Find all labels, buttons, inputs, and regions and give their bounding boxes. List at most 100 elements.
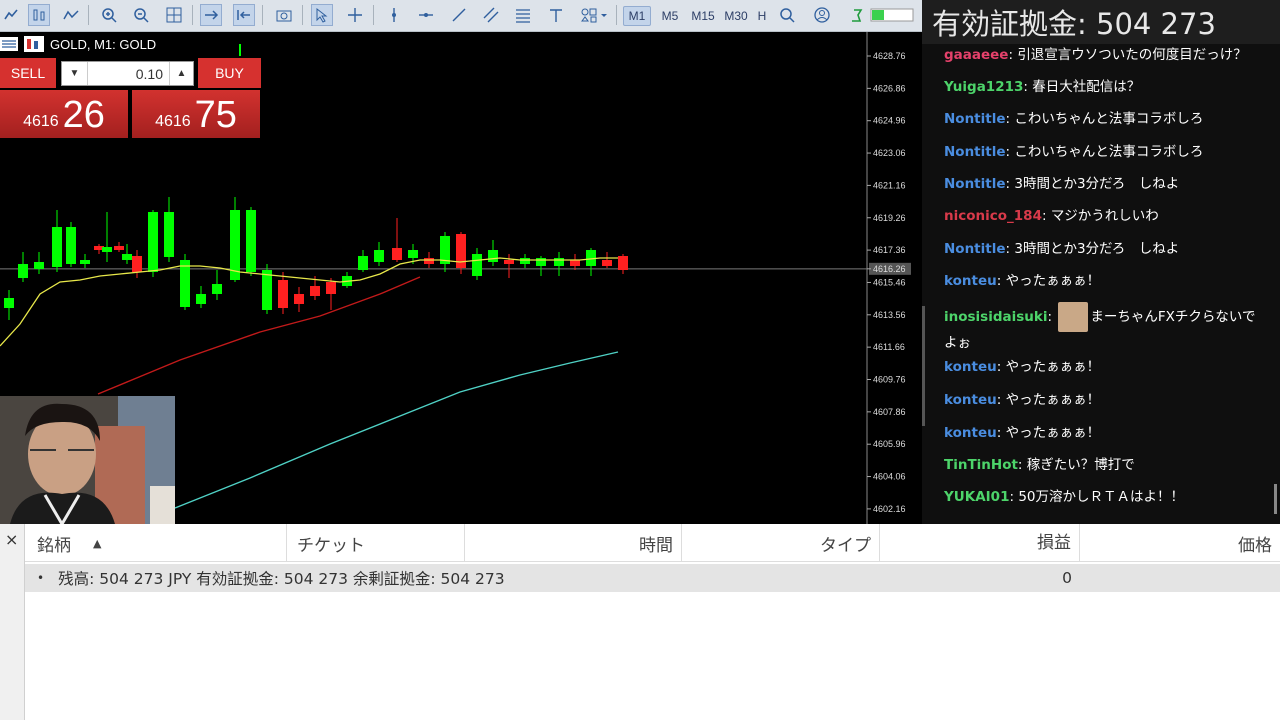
- chat-message: konteu: やったぁぁぁ！: [944, 422, 1259, 444]
- column-ticket[interactable]: チケット: [287, 524, 465, 562]
- chat-text: 3時間とか3分だろ しねよ: [1014, 241, 1180, 257]
- lot-increase-icon[interactable]: ▲: [169, 62, 193, 85]
- timeframe-m15[interactable]: M15: [688, 6, 718, 26]
- search-icon[interactable]: [776, 4, 798, 26]
- current-price-label: 4616.26: [873, 264, 906, 274]
- balance-row-filler: [1080, 564, 1280, 592]
- chat-username[interactable]: Nontitle: [944, 241, 1006, 257]
- balance-row[interactable]: • 残高: 504 273 JPY 有効証拠金: 504 273 余剰証拠金: …: [25, 564, 1080, 592]
- terminal-close-button[interactable]: ×: [0, 524, 25, 720]
- column-symbol[interactable]: 銘柄 ▲: [25, 524, 287, 562]
- candle-body: [4, 298, 14, 308]
- screenshot-icon[interactable]: [273, 4, 295, 26]
- close-icon[interactable]: ×: [5, 530, 18, 549]
- balance-bullet: •: [37, 571, 45, 585]
- sell-quote[interactable]: 4616 26: [0, 90, 128, 138]
- chat-message: gaaaeee: 引退宣言ウソついたの何度目だっけ？: [944, 44, 1259, 66]
- column-time[interactable]: 時間: [465, 524, 682, 562]
- candle-body: [180, 260, 190, 307]
- chat-username[interactable]: YUKAI01: [944, 489, 1009, 505]
- crosshair-icon[interactable]: [344, 4, 366, 26]
- chat-username[interactable]: konteu: [944, 273, 997, 289]
- chat-scroll-thumb[interactable]: [1274, 484, 1277, 514]
- chat-username[interactable]: Nontitle: [944, 111, 1006, 127]
- line-chart-icon[interactable]: [60, 4, 82, 26]
- chat-separator: :: [1023, 79, 1033, 95]
- timeframe-h[interactable]: H: [755, 6, 769, 26]
- chat-separator: :: [996, 392, 1006, 408]
- zoom-in-icon[interactable]: [98, 4, 120, 26]
- toolbar: M1 M5 M15 M30 H: [0, 0, 922, 32]
- candle-body: [148, 212, 158, 272]
- grid-icon[interactable]: [163, 4, 185, 26]
- buy-quote[interactable]: 4616 75: [132, 90, 260, 138]
- timeframe-m30[interactable]: M30: [721, 6, 751, 26]
- bar-chart-icon[interactable]: [28, 4, 50, 26]
- vertical-line-icon[interactable]: [383, 4, 405, 26]
- chat-username[interactable]: konteu: [944, 359, 997, 375]
- chat-message: konteu: やったぁぁぁ！: [944, 270, 1259, 292]
- chat-message: Nontitle: こわいちゃんと法事コラボしろ: [944, 108, 1259, 130]
- chat-username[interactable]: konteu: [944, 392, 997, 408]
- terminal-panel: × 銘柄 ▲ チケット 時間 タイプ 損益 価格 • 残高: 504 273 JP…: [0, 524, 1280, 720]
- sell-button[interactable]: SELL: [0, 58, 56, 88]
- streamer-image: [0, 396, 175, 524]
- avatar: [1058, 302, 1089, 332]
- chart-window-icon: [24, 36, 44, 52]
- lot-size-input[interactable]: ▼ 0.10 ▲: [61, 61, 194, 86]
- timeframe-m5[interactable]: M5: [656, 6, 684, 26]
- sort-asc-icon[interactable]: ▲: [93, 537, 101, 550]
- price-tick-label: 4615.46: [873, 277, 906, 287]
- chat-username[interactable]: Nontitle: [944, 176, 1006, 192]
- chat-username[interactable]: inosisidaisuki: [944, 309, 1048, 325]
- chat-username[interactable]: TinTinHot: [944, 457, 1018, 473]
- menu-icon[interactable]: [0, 37, 18, 51]
- trendline-icon[interactable]: [448, 4, 470, 26]
- candle-body: [262, 270, 272, 310]
- price-tick-label: 4619.26: [873, 213, 906, 223]
- column-symbol-label: 銘柄: [37, 535, 71, 556]
- chat-username[interactable]: gaaaeee: [944, 47, 1008, 63]
- column-type[interactable]: タイプ: [682, 524, 880, 562]
- indicator-icon[interactable]: [0, 4, 22, 26]
- timeframe-m1[interactable]: M1: [623, 6, 651, 26]
- algo-trading-icon[interactable]: [845, 4, 867, 26]
- price-tick-label: 4613.56: [873, 310, 906, 320]
- lot-decrease-icon[interactable]: ▼: [62, 62, 88, 85]
- shapes-icon[interactable]: [578, 4, 610, 26]
- price-tick-label: 4624.96: [873, 116, 906, 126]
- candle-body: [472, 254, 482, 276]
- lot-value[interactable]: 0.10: [88, 66, 169, 82]
- cursor-icon[interactable]: [311, 4, 333, 26]
- chat-message: Yuiga1213: 春日大社配信は？: [944, 76, 1259, 98]
- chat-username[interactable]: konteu: [944, 425, 997, 441]
- column-profit[interactable]: 損益: [880, 524, 1080, 562]
- channel-icon[interactable]: [480, 4, 502, 26]
- buy-quote-prefix: 4616: [155, 113, 191, 130]
- chat-username[interactable]: niconico_184: [944, 208, 1042, 224]
- fibonacci-icon[interactable]: [512, 4, 534, 26]
- candle-body: [196, 294, 206, 304]
- chart-shift-icon[interactable]: [233, 4, 255, 26]
- autoscroll-icon[interactable]: [200, 4, 222, 26]
- candle-body: [18, 264, 28, 278]
- chat-text: やったぁぁぁ！: [1005, 359, 1101, 375]
- price-tick-label: 4611.66: [873, 342, 905, 352]
- buy-button[interactable]: BUY: [198, 58, 261, 88]
- chat-username[interactable]: Yuiga1213: [944, 79, 1023, 95]
- chat-username[interactable]: Nontitle: [944, 144, 1006, 160]
- chat-message: Nontitle: 3時間とか3分だろ しねよ: [944, 238, 1259, 260]
- price-tick-label: 4626.86: [873, 83, 906, 93]
- chat-scrollbar[interactable]: [922, 306, 925, 426]
- horizontal-line-icon[interactable]: [415, 4, 437, 26]
- candle-body: [520, 258, 530, 264]
- candle-body: [554, 258, 564, 266]
- candle-body: [358, 256, 368, 270]
- webcam-overlay: [0, 396, 175, 524]
- column-price[interactable]: 価格: [1080, 524, 1280, 562]
- sell-quote-pips: 26: [62, 94, 105, 136]
- text-icon[interactable]: [545, 4, 567, 26]
- zoom-out-icon[interactable]: [130, 4, 152, 26]
- column-price-label: 価格: [1238, 535, 1272, 556]
- account-icon[interactable]: [811, 4, 833, 26]
